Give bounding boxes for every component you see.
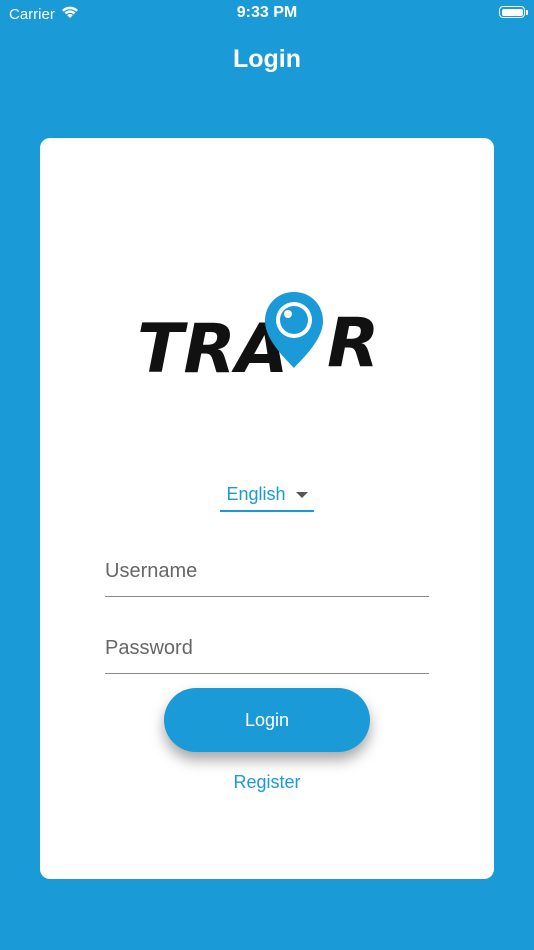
language-select[interactable]: English bbox=[220, 478, 314, 512]
status-bar: Carrier 9:33 PM bbox=[0, 0, 534, 28]
logo-text-right: R bbox=[327, 304, 379, 381]
login-button[interactable]: Login bbox=[164, 688, 370, 752]
username-field-container bbox=[105, 551, 429, 597]
login-card: TRA R English Login Register bbox=[40, 138, 494, 879]
caret-down-icon bbox=[295, 492, 308, 498]
language-selected-label: English bbox=[226, 483, 286, 504]
page-title: Login bbox=[232, 45, 302, 73]
status-time: 9:33 PM bbox=[236, 4, 298, 21]
battery-icon bbox=[499, 6, 528, 18]
register-link[interactable]: Register bbox=[40, 772, 494, 793]
traccar-logo: TRA R bbox=[137, 286, 389, 389]
password-input[interactable] bbox=[105, 628, 429, 668]
username-input[interactable] bbox=[105, 551, 429, 591]
password-field-container bbox=[105, 628, 429, 674]
